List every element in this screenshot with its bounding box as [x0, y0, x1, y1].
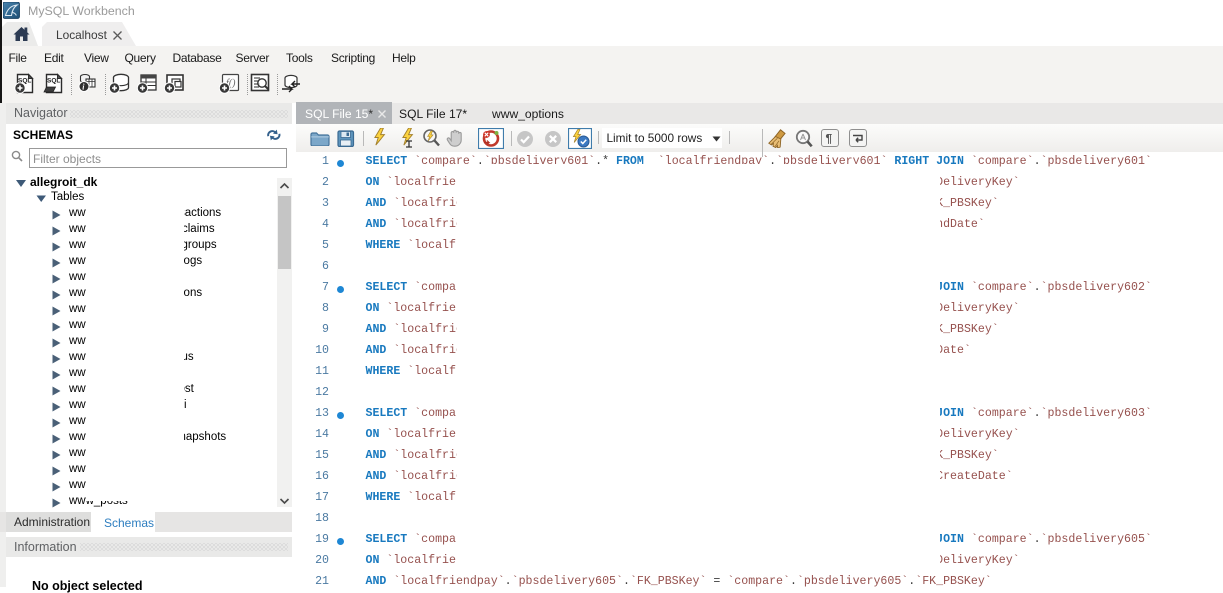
svg-text:SQL: SQL: [47, 78, 60, 85]
svg-text:¶: ¶: [826, 132, 833, 146]
